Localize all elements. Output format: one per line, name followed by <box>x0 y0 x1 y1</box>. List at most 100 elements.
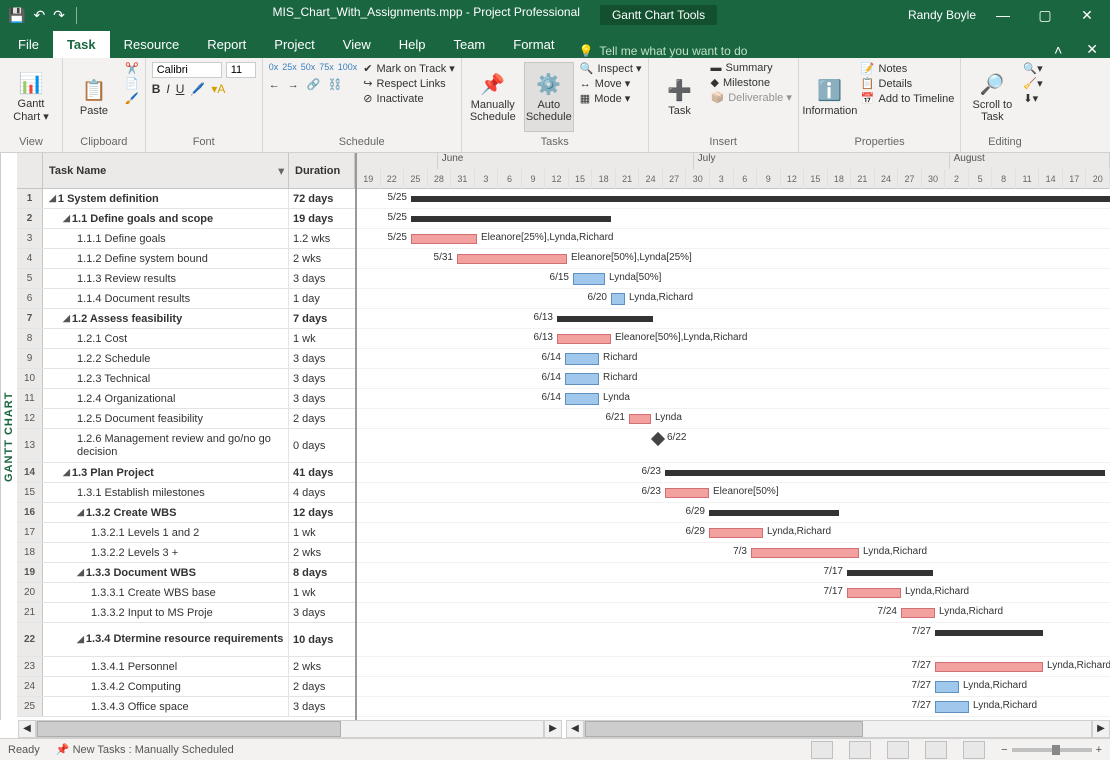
table-row[interactable]: 15 1.3.1 Establish milestones 4 days <box>17 483 355 503</box>
table-row[interactable]: 25 1.3.4.3 Office space 3 days <box>17 697 355 717</box>
duration-cell[interactable]: 2 wks <box>289 543 355 562</box>
close-button[interactable]: ✕ <box>1072 7 1102 24</box>
row-number[interactable]: 10 <box>17 369 43 388</box>
deliverable-button[interactable]: 📦 Deliverable ▾ <box>711 91 792 104</box>
row-number[interactable]: 4 <box>17 249 43 268</box>
table-row[interactable]: 9 1.2.2 Schedule 3 days <box>17 349 355 369</box>
row-number[interactable]: 20 <box>17 583 43 602</box>
task-name-cell[interactable]: 1.3.3.2 Input to MS Proje <box>43 603 289 622</box>
duration-cell[interactable]: 4 days <box>289 483 355 502</box>
table-row[interactable]: 21 1.3.3.2 Input to MS Proje 3 days <box>17 603 355 623</box>
gantt-row[interactable]: 7/3Lynda,Richard <box>357 543 1110 563</box>
scroll-to-task-button[interactable]: 🔎Scroll to Task <box>967 62 1017 132</box>
collapse-icon[interactable]: ◢ <box>63 313 70 324</box>
duration-cell[interactable]: 3 days <box>289 369 355 388</box>
task-bar[interactable] <box>565 353 599 365</box>
task-bar[interactable] <box>935 701 969 713</box>
task-bar[interactable] <box>557 334 611 344</box>
table-row[interactable]: 22 ◢1.3.4 Dtermine resource requirements… <box>17 623 355 657</box>
row-number[interactable]: 24 <box>17 677 43 696</box>
table-row[interactable]: 17 1.3.2.1 Levels 1 and 2 1 wk <box>17 523 355 543</box>
duration-cell[interactable]: 1 wk <box>289 523 355 542</box>
duration-cell[interactable]: 41 days <box>289 463 355 482</box>
information-button[interactable]: ℹ️Information <box>805 62 855 132</box>
gantt-row[interactable]: 6/14Richard <box>357 369 1110 389</box>
duration-cell[interactable]: 2 days <box>289 409 355 428</box>
copy-button[interactable]: 📄 <box>125 77 139 90</box>
view-shortcut-4[interactable] <box>925 741 947 759</box>
row-number[interactable]: 3 <box>17 229 43 248</box>
table-row[interactable]: 10 1.2.3 Technical 3 days <box>17 369 355 389</box>
left-scrollbar-track[interactable] <box>36 720 544 738</box>
scroll-left-button[interactable]: ◀ <box>18 720 36 738</box>
notes-button[interactable]: 📝 Notes <box>861 62 955 75</box>
maximize-button[interactable]: ▢ <box>1030 7 1060 24</box>
table-row[interactable]: 18 1.3.2.2 Levels 3 + 2 wks <box>17 543 355 563</box>
duration-cell[interactable]: 1 wk <box>289 329 355 348</box>
task-bar[interactable] <box>901 608 935 618</box>
task-name-cell[interactable]: 1.3.2.2 Levels 3 + <box>43 543 289 562</box>
tab-team[interactable]: Team <box>439 31 499 58</box>
zoom-in-button[interactable]: + <box>1096 744 1102 756</box>
tab-resource[interactable]: Resource <box>110 31 194 58</box>
task-bar[interactable] <box>665 488 709 498</box>
row-number[interactable]: 12 <box>17 409 43 428</box>
indent-0-button[interactable]: 0x <box>269 62 279 72</box>
row-number[interactable]: 1 <box>17 189 43 208</box>
tab-project[interactable]: Project <box>260 31 328 58</box>
details-button[interactable]: 📋 Details <box>861 77 955 90</box>
tab-help[interactable]: Help <box>385 31 440 58</box>
inspect-button[interactable]: 🔍 Inspect ▾ <box>580 62 642 75</box>
manually-schedule-button[interactable]: 📌Manually Schedule <box>468 62 518 132</box>
font-color-button[interactable]: 🖊️ <box>190 82 205 96</box>
collapse-icon[interactable]: ◢ <box>63 213 70 224</box>
indent-75-button[interactable]: 75x <box>319 62 334 72</box>
gantt-row[interactable]: 7/17Lynda,Richard <box>357 583 1110 603</box>
task-bar[interactable] <box>611 293 625 305</box>
task-name-cell[interactable]: 1.3.3.1 Create WBS base <box>43 583 289 602</box>
collapse-icon[interactable]: ◢ <box>77 567 84 578</box>
task-name-cell[interactable]: 1.2.2 Schedule <box>43 349 289 368</box>
gantt-row[interactable]: 6/22 <box>357 429 1110 463</box>
gantt-chart-button[interactable]: 📊Gantt Chart ▾ <box>6 62 56 132</box>
gantt-row[interactable]: 7/17 <box>357 563 1110 583</box>
gantt-row[interactable]: 5/25Eleanore[25%],Lynda,Richard <box>357 229 1110 249</box>
task-name-cell[interactable]: 1.1.1 Define goals <box>43 229 289 248</box>
summary-bar[interactable] <box>665 470 1105 476</box>
row-number[interactable]: 5 <box>17 269 43 288</box>
indent-50-button[interactable]: 50x <box>301 62 316 72</box>
insert-task-button[interactable]: ➕Task <box>655 62 705 132</box>
task-name-cell[interactable]: ◢1.3.4 Dtermine resource requirements <box>43 623 289 656</box>
tell-me-search[interactable]: 💡 Tell me what you want to do <box>568 44 757 58</box>
task-bar[interactable] <box>573 273 605 285</box>
gantt-row[interactable]: 6/13 <box>357 309 1110 329</box>
task-bar[interactable] <box>935 662 1043 672</box>
row-number[interactable]: 16 <box>17 503 43 522</box>
duration-cell[interactable]: 1 day <box>289 289 355 308</box>
zoom-out-button[interactable]: − <box>1001 744 1007 756</box>
gantt-row[interactable]: 6/23 <box>357 463 1110 483</box>
format-painter-button[interactable]: 🖌️ <box>125 92 139 105</box>
task-name-cell[interactable]: 1.3.4.2 Computing <box>43 677 289 696</box>
row-number[interactable]: 6 <box>17 289 43 308</box>
user-name[interactable]: Randy Boyle <box>908 8 976 22</box>
duration-cell[interactable]: 3 days <box>289 697 355 716</box>
table-row[interactable]: 11 1.2.4 Organizational 3 days <box>17 389 355 409</box>
row-number[interactable]: 21 <box>17 603 43 622</box>
gantt-row[interactable]: 7/27 <box>357 623 1110 657</box>
task-bar[interactable] <box>565 373 599 385</box>
task-name-cell[interactable]: 1.3.4.3 Office space <box>43 697 289 716</box>
scroll-left-button[interactable]: ◀ <box>566 720 584 738</box>
gantt-row[interactable]: 5/31Eleanore[50%],Lynda[25%] <box>357 249 1110 269</box>
save-icon[interactable]: 💾 <box>8 7 25 24</box>
row-number[interactable]: 17 <box>17 523 43 542</box>
gantt-row[interactable]: 6/14Richard <box>357 349 1110 369</box>
duration-cell[interactable]: 10 days <box>289 623 355 656</box>
duration-cell[interactable]: 1.2 wks <box>289 229 355 248</box>
table-row[interactable]: 7 ◢1.2 Assess feasibility 7 days <box>17 309 355 329</box>
task-bar[interactable] <box>565 393 599 405</box>
task-name-cell[interactable]: ◢1.1 Define goals and scope <box>43 209 289 228</box>
row-number[interactable]: 11 <box>17 389 43 408</box>
task-name-cell[interactable]: ◢1.3.2 Create WBS <box>43 503 289 522</box>
task-name-cell[interactable]: 1.3.4.1 Personnel <box>43 657 289 676</box>
